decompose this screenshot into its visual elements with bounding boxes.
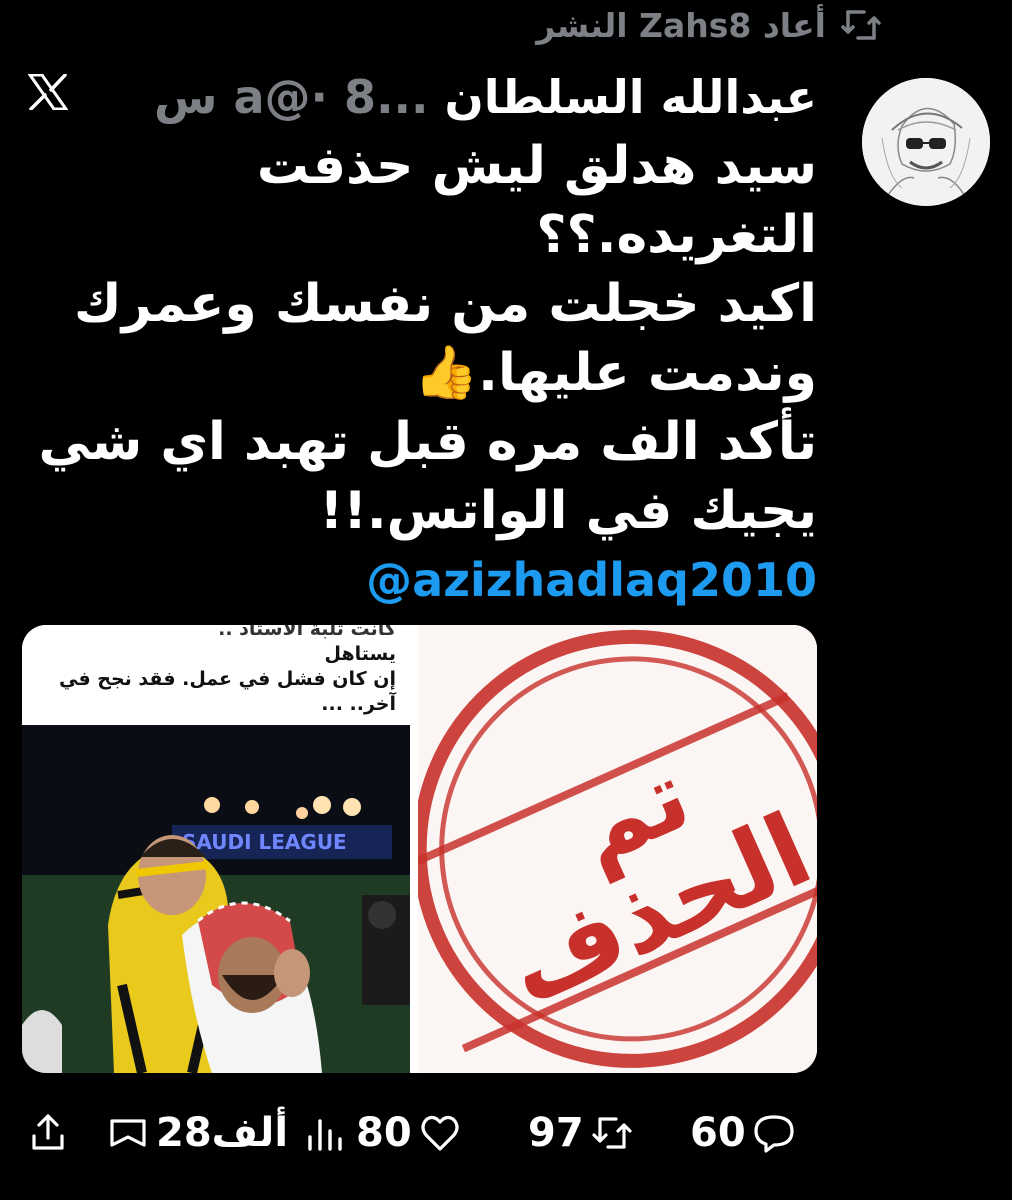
tweet-line: التغريده.؟؟ xyxy=(536,205,817,265)
mention-link[interactable]: @azizhadlaq2010 xyxy=(24,546,817,614)
stadium-photo: SAUDI LEAGUE xyxy=(22,725,410,1073)
tweet-media[interactable]: كانت تلبة الاستاد .. يستاهل إن كان فشل ف… xyxy=(22,625,817,1073)
repost-action-icon xyxy=(592,1117,632,1149)
like-icon xyxy=(421,1115,459,1151)
repost-icon xyxy=(841,10,881,40)
repost-button[interactable]: 97 xyxy=(528,1110,634,1156)
image-caption-line: آخر.. ... xyxy=(321,693,396,715)
stadium-banner-text: SAUDI LEAGUE xyxy=(182,830,347,854)
share-icon xyxy=(32,1114,64,1150)
reply-icon xyxy=(754,1115,794,1153)
tweet-body: عبدالله السلطان ...a@· 8 س سيد هدلق ليش … xyxy=(24,62,817,614)
tweet-line: اكيد خجلت من نفسك وعمرك xyxy=(74,274,817,334)
bookmark-icon xyxy=(110,1119,146,1147)
repost-indicator: أعاد Zahs8 النشر xyxy=(536,0,882,50)
repost-label[interactable]: أعاد Zahs8 النشر xyxy=(536,6,826,45)
tweet-text: سيد هدلق ليش حذفت التغريده.؟؟ اكيد خجلت … xyxy=(24,132,817,546)
avatar[interactable] xyxy=(862,78,990,206)
views-icon xyxy=(308,1119,342,1151)
tweet-line: تأكد الف مره قبل تهبد اي شي xyxy=(38,412,817,472)
share-button[interactable] xyxy=(26,1110,70,1154)
tweet-action-bar: 28ألف 80 97 60 xyxy=(0,1100,1012,1170)
views-count: 28ألف xyxy=(156,1110,289,1156)
views-button[interactable]: 28ألف xyxy=(106,1110,346,1156)
tweet-meta: ...a@· 8 س xyxy=(154,70,429,124)
like-count: 80 xyxy=(356,1110,412,1156)
avatar-sketch-icon xyxy=(862,78,990,206)
media-image-left[interactable]: كانت تلبة الاستاد .. يستاهل إن كان فشل ف… xyxy=(22,625,410,1073)
image-caption-line: يستاهل xyxy=(324,643,397,665)
image-caption-line: إن كان فشل في عمل. فقد نجح في xyxy=(59,668,396,690)
image-caption-cut-line: كانت تلبة الاستاد .. xyxy=(218,625,396,640)
tweet-line: وندمت عليها.👍 xyxy=(413,343,817,403)
repost-count: 97 xyxy=(528,1110,584,1156)
tweet-line: سيد هدلق ليش حذفت xyxy=(256,136,817,196)
tweet-line: يجيك في الواتس.!! xyxy=(319,481,817,541)
reply-count: 60 xyxy=(690,1110,746,1156)
author-name[interactable]: عبدالله السلطان xyxy=(445,70,817,124)
like-button[interactable]: 80 xyxy=(356,1110,462,1156)
image-caption: كانت تلبة الاستاد .. يستاهل إن كان فشل ف… xyxy=(22,625,410,729)
reply-button[interactable]: 60 xyxy=(690,1110,796,1156)
tweet-header: عبدالله السلطان ...a@· 8 س xyxy=(24,62,817,132)
media-image-right[interactable]: تم الحذف xyxy=(418,625,817,1073)
